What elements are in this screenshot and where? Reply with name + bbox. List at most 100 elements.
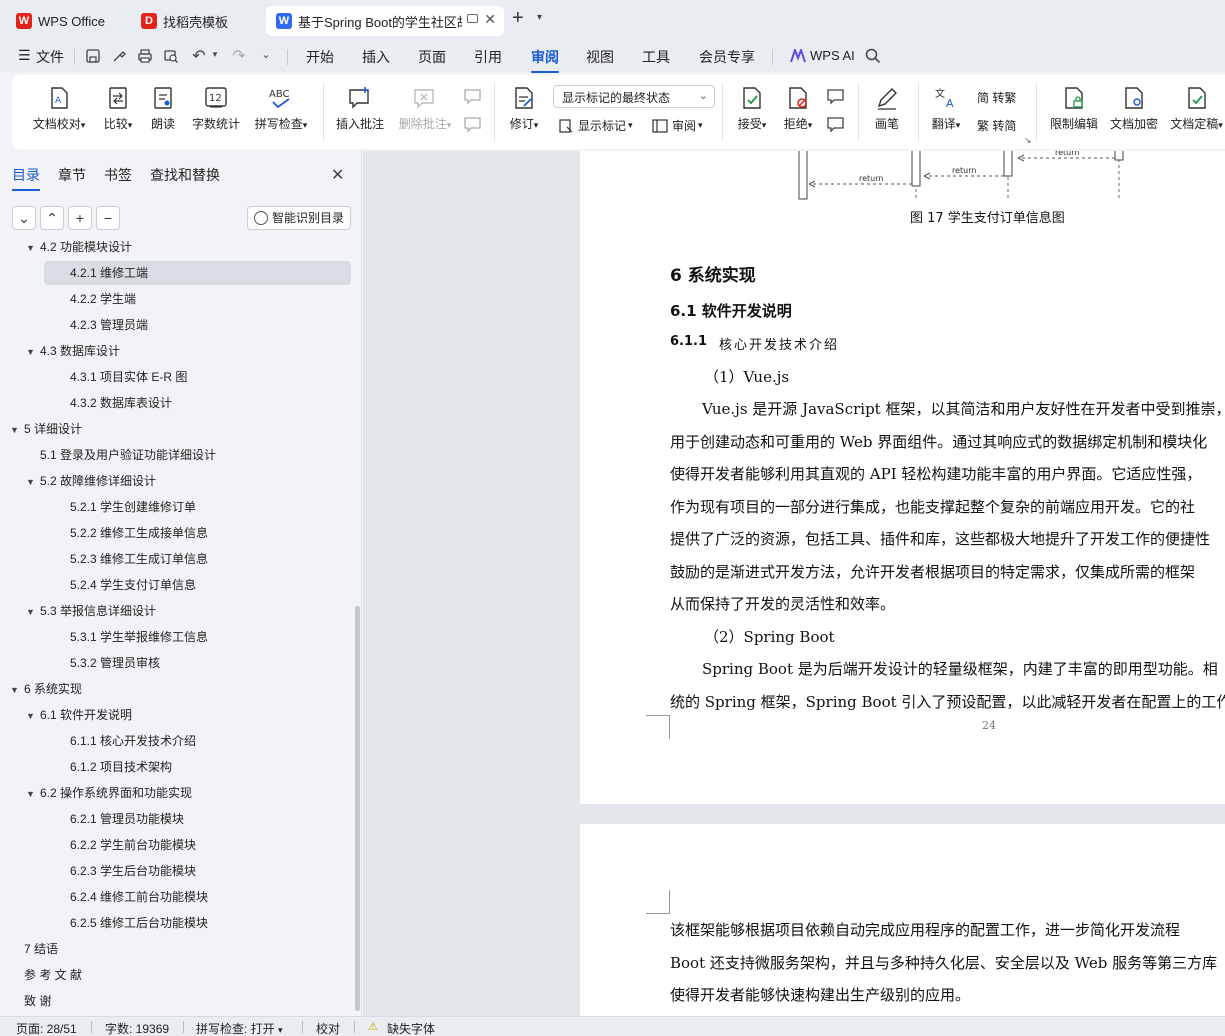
toc-item[interactable]: 4.2.1 维修工端 bbox=[44, 261, 351, 285]
toc-item[interactable]: ▼ 6.2 操作系统界面和功能实现 bbox=[0, 781, 350, 805]
close-tab-icon[interactable]: ✕ bbox=[484, 11, 496, 28]
menu-membership[interactable]: 会员专享 bbox=[699, 47, 755, 67]
remove-heading-button[interactable]: − bbox=[96, 206, 120, 230]
brush-icon[interactable] bbox=[111, 48, 127, 64]
toc-item[interactable]: 6.1.1 核心开发技术介绍 bbox=[0, 729, 350, 753]
expand-triangle-icon[interactable]: ▼ bbox=[26, 470, 40, 494]
next-change-icon[interactable] bbox=[826, 115, 846, 133]
dialog-launcher-icon[interactable]: ↘ bbox=[1024, 135, 1032, 146]
proofread-indicator[interactable]: 校对 bbox=[316, 1020, 340, 1036]
menu-file[interactable]: 文件 bbox=[36, 47, 64, 67]
toc-item[interactable]: ▼ 6 系统实现 bbox=[0, 677, 350, 701]
toc-item[interactable]: 4.3.1 项目实体 E-R 图 bbox=[0, 365, 350, 389]
expand-triangle-icon[interactable]: ▼ bbox=[10, 418, 24, 442]
toc-item[interactable]: 5.2.3 维修工生成订单信息 bbox=[0, 547, 350, 571]
to-traditional-button[interactable]: 简 转繁 bbox=[977, 89, 1016, 106]
toc-item[interactable]: ▼ 5.3 举报信息详细设计 bbox=[0, 599, 350, 623]
restrict-editing-button[interactable]: 限制编辑 bbox=[1046, 85, 1102, 132]
reject-button[interactable]: 拒绝▾ bbox=[778, 85, 818, 132]
toc-scrollbar[interactable] bbox=[355, 606, 360, 1011]
menu-tools[interactable]: 工具 bbox=[642, 47, 670, 67]
toc-item[interactable]: ▼ 5 详细设计 bbox=[0, 417, 350, 441]
toc-item[interactable]: 5.3.1 学生举报维修工信息 bbox=[0, 625, 350, 649]
expand-triangle-icon[interactable]: ▼ bbox=[10, 678, 24, 702]
toc-item[interactable]: 5.1 登录及用户验证功能详细设计 bbox=[0, 443, 350, 467]
toc-item[interactable]: 4.2.3 管理员端 bbox=[0, 313, 350, 337]
insert-comment-button[interactable]: 插入批注 bbox=[334, 85, 386, 132]
new-tab-button[interactable]: + bbox=[512, 7, 524, 30]
menu-home[interactable]: 开始 bbox=[306, 47, 334, 67]
toc-item[interactable]: 4.3.2 数据库表设计 bbox=[0, 391, 350, 415]
previous-change-icon[interactable] bbox=[826, 87, 846, 105]
expand-triangle-icon[interactable]: ▼ bbox=[26, 600, 40, 624]
toc-item[interactable]: 6.2.5 维修工后台功能模块 bbox=[0, 911, 350, 935]
toc-item[interactable]: 7 结语 bbox=[0, 937, 350, 961]
menu-view[interactable]: 视图 bbox=[586, 47, 614, 67]
tab-docer[interactable]: D 找稻壳模板 bbox=[131, 6, 261, 36]
review-pane-button[interactable]: 审阅 ▾ bbox=[652, 117, 703, 134]
toc-item[interactable]: 6.2.1 管理员功能模块 bbox=[0, 807, 350, 831]
markup-display-select[interactable]: 显示标记的最终状态 ⌄ bbox=[553, 85, 715, 108]
toc-item[interactable]: 致 谢 bbox=[0, 989, 350, 1011]
page-indicator[interactable]: 页面: 28/51 bbox=[16, 1020, 77, 1036]
to-simplified-button[interactable]: 繁 转简 bbox=[977, 117, 1016, 134]
toc-item[interactable]: 6.2.3 学生后台功能模块 bbox=[0, 859, 350, 883]
toc-item[interactable]: ▼ 5.2 故障维修详细设计 bbox=[0, 469, 350, 493]
search-icon[interactable] bbox=[865, 48, 881, 64]
proofread-button[interactable]: A 文档校对▾ bbox=[28, 85, 90, 132]
toc-item[interactable]: ▼ 4.3 数据库设计 bbox=[0, 339, 350, 363]
show-markup-button[interactable]: 显示标记 ▾ bbox=[558, 117, 633, 134]
expand-triangle-icon[interactable]: ▼ bbox=[26, 241, 40, 260]
next-comment-icon[interactable] bbox=[463, 115, 483, 133]
nav-tab-chapters[interactable]: 章节 bbox=[58, 165, 86, 185]
menu-insert[interactable]: 插入 bbox=[362, 47, 390, 67]
expand-triangle-icon[interactable]: ▼ bbox=[26, 704, 40, 728]
smart-toc-button[interactable]: 智能识别目录 bbox=[247, 206, 351, 230]
expand-triangle-icon[interactable]: ▼ bbox=[26, 340, 40, 364]
delete-comment-button[interactable]: 删除批注▾ bbox=[394, 85, 456, 132]
toc-item[interactable]: ▼ 6.1 软件开发说明 bbox=[0, 703, 350, 727]
nav-tab-find-replace[interactable]: 查找和替换 bbox=[150, 165, 220, 185]
toc-item[interactable]: 5.2.4 学生支付订单信息 bbox=[0, 573, 350, 597]
compare-button[interactable]: 比较▾ bbox=[98, 85, 138, 132]
expand-triangle-icon[interactable]: ▼ bbox=[26, 782, 40, 806]
tab-wps-office[interactable]: W WPS Office bbox=[6, 6, 124, 36]
tab-document[interactable]: W 基于Spring Boot的学生社区故 ✕ bbox=[266, 6, 504, 36]
close-icon[interactable]: ✕ bbox=[331, 165, 344, 185]
save-icon[interactable] bbox=[85, 48, 101, 64]
toc-item[interactable]: 4.2.2 学生端 bbox=[0, 287, 350, 311]
toc-item[interactable]: 6.1.2 项目技术架构 bbox=[0, 755, 350, 779]
toc-item[interactable]: 参 考 文 献 bbox=[0, 963, 350, 987]
pen-button[interactable]: 画笔 bbox=[870, 85, 904, 132]
word-count-button[interactable]: 12 字数统计 bbox=[188, 85, 244, 132]
translate-button[interactable]: 文A 翻译▾ bbox=[926, 85, 966, 132]
toc-item[interactable]: 5.3.2 管理员审核 bbox=[0, 651, 350, 675]
window-icon[interactable] bbox=[467, 14, 478, 23]
read-aloud-button[interactable]: 朗读 bbox=[146, 85, 180, 132]
menu-review[interactable]: 审阅 bbox=[531, 47, 559, 73]
spell-check-indicator[interactable]: 拼写检查: 打开 ▾ bbox=[196, 1020, 283, 1036]
toc-item[interactable]: ▼ 4.2 功能模块设计 bbox=[0, 241, 350, 259]
more-chevron-icon[interactable]: ⌄ bbox=[258, 48, 274, 64]
print-preview-icon[interactable] bbox=[163, 48, 179, 64]
add-heading-button[interactable]: + bbox=[68, 206, 92, 230]
toc-item[interactable]: 5.2.1 学生创建维修订单 bbox=[0, 495, 350, 519]
undo-icon[interactable]: ↶ bbox=[191, 46, 207, 65]
print-icon[interactable] bbox=[137, 48, 153, 64]
redo-icon[interactable]: ↷ bbox=[231, 46, 247, 65]
toc-item[interactable]: 5.2.2 维修工生成接单信息 bbox=[0, 521, 350, 545]
finalize-document-button[interactable]: 文档定稿▾ bbox=[1168, 85, 1225, 132]
collapse-all-button[interactable]: ⌄ bbox=[12, 206, 36, 230]
encrypt-document-button[interactable]: 文档加密 bbox=[1108, 85, 1160, 132]
missing-font-indicator[interactable]: 缺失字体 bbox=[387, 1020, 435, 1036]
previous-comment-icon[interactable] bbox=[463, 87, 483, 105]
accept-button[interactable]: 接受▾ bbox=[732, 85, 772, 132]
toc-item[interactable]: 6.2.4 维修工前台功能模块 bbox=[0, 885, 350, 909]
undo-dropdown-icon[interactable]: ▾ bbox=[207, 49, 223, 65]
chevron-down-icon[interactable]: ▾ bbox=[537, 12, 542, 23]
menu-references[interactable]: 引用 bbox=[474, 47, 502, 67]
track-changes-button[interactable]: 修订▾ bbox=[504, 85, 544, 132]
hamburger-icon[interactable]: ☰ bbox=[18, 47, 31, 64]
menu-wps-ai[interactable]: WPS AI bbox=[810, 48, 855, 63]
spell-check-button[interactable]: ABC 拼写检查▾ bbox=[250, 85, 312, 132]
